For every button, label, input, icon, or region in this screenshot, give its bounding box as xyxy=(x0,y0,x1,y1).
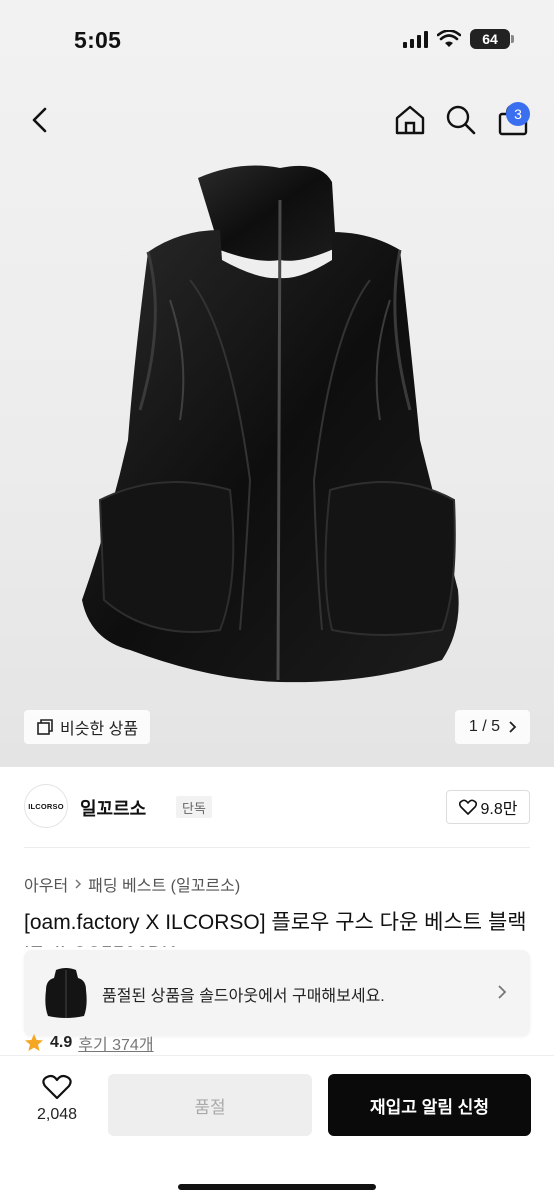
image-pager-button[interactable]: 1 / 5 xyxy=(454,710,530,744)
review-link[interactable]: 후기 374개 xyxy=(78,1031,153,1055)
home-indicator xyxy=(178,1184,376,1190)
back-arrow-icon[interactable] xyxy=(22,102,58,138)
soldout-banner-text: 품절된 상품을 솔드아웃에서 구매해보세요. xyxy=(102,988,385,1005)
restock-notify-button[interactable]: 재입고 알림 신청 xyxy=(328,1074,531,1136)
image-pager-label: 1 / 5 xyxy=(468,718,500,735)
soldout-button[interactable]: 품절 xyxy=(108,1074,312,1136)
product-title: [oam.factory X ILCORSO] 플로우 구스 다운 베스트 블랙… xyxy=(24,911,527,947)
divider xyxy=(24,847,530,848)
copy-icon xyxy=(37,719,53,735)
wishlist-count: 2,048 xyxy=(36,1106,78,1123)
product-image[interactable] xyxy=(70,160,490,720)
cart-count-badge: 3 xyxy=(506,102,530,126)
similar-products-label: 비슷한 상품 xyxy=(60,721,139,738)
chevron-right-icon xyxy=(75,879,82,889)
search-icon[interactable] xyxy=(442,101,480,139)
signal-icon xyxy=(403,30,428,48)
similar-products-button[interactable]: 비슷한 상품 xyxy=(24,710,151,744)
product-thumbnail xyxy=(45,968,87,1018)
status-bar: 5:05 64 xyxy=(0,0,554,84)
breadcrumb-category[interactable]: 아우터 xyxy=(24,872,68,896)
status-icons: 64 xyxy=(403,29,514,49)
rating-row: 4.9 후기 374개 xyxy=(24,1031,154,1055)
soldout-banner[interactable]: 품절된 상품을 솔드아웃에서 구매해보세요. xyxy=(24,950,530,1036)
wishlist-button[interactable]: 2,048 xyxy=(22,1074,92,1140)
chevron-right-icon xyxy=(509,721,517,733)
brand-like-button[interactable]: 9.8만 xyxy=(446,790,530,824)
chevron-right-icon xyxy=(498,985,507,999)
breadcrumb: 아우터 패딩 베스트 (일꼬르소) xyxy=(24,872,240,896)
exclusive-badge: 단독 xyxy=(176,796,212,818)
rating-value: 4.9 xyxy=(50,1034,73,1051)
brand-row: ILCORSO 일꼬르소 단독 9.8만 xyxy=(24,780,530,832)
wifi-icon xyxy=(437,30,461,47)
heart-icon xyxy=(42,1074,72,1100)
bottom-action-bar: 2,048 품절 재입고 알림 신청 xyxy=(0,1055,554,1200)
heart-icon xyxy=(458,799,477,815)
status-time: 5:05 xyxy=(74,27,122,53)
brand-like-count: 9.8만 xyxy=(480,801,518,818)
breadcrumb-subcategory[interactable]: 패딩 베스트 (일꼬르소) xyxy=(88,872,240,896)
star-icon xyxy=(25,1034,43,1051)
battery-icon: 64 xyxy=(470,29,514,49)
top-nav xyxy=(0,84,554,154)
brand-name[interactable]: 일꼬르소 xyxy=(80,795,146,821)
brand-logo[interactable]: ILCORSO xyxy=(24,784,68,828)
home-icon[interactable] xyxy=(391,101,429,139)
